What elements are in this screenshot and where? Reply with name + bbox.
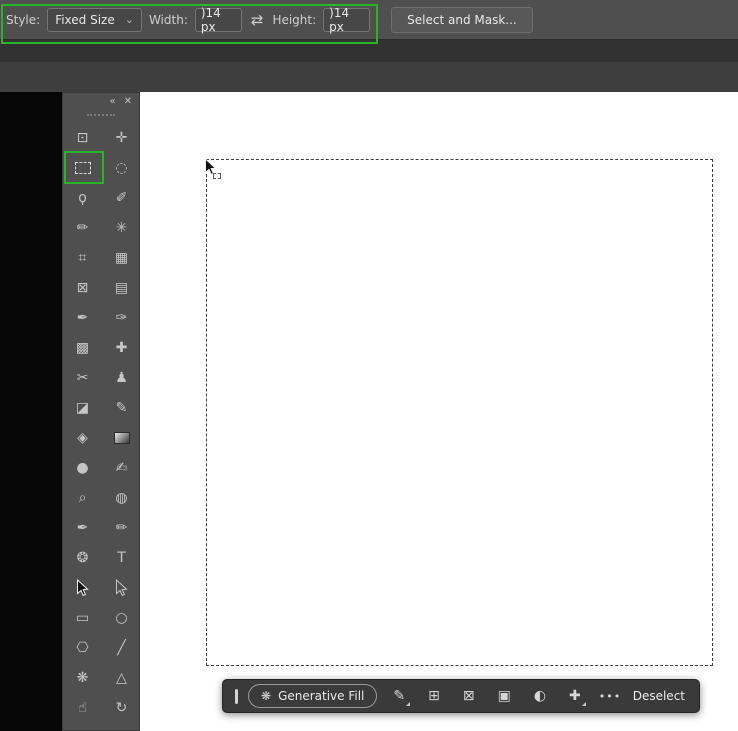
select-and-mask-button[interactable]: Select and Mask... <box>391 7 533 33</box>
brush-icon[interactable]: ✎ <box>393 689 405 703</box>
marquee-glyph <box>75 162 91 174</box>
eyedropper-tool[interactable]: ✒ <box>63 303 102 333</box>
direct-selection-tool[interactable] <box>102 573 141 603</box>
triangle-tool[interactable]: △ <box>102 663 141 693</box>
ellipse-tool[interactable]: ○ <box>102 603 141 633</box>
blur-tool[interactable]: ● <box>63 453 102 483</box>
canvas[interactable]: ❋ Generative Fill ✎ ⊞ ⊠ ▣ ◐ ✚ ••• Desele… <box>140 92 738 731</box>
pen-tool[interactable]: ✒ <box>63 513 102 543</box>
dodge-tool[interactable]: ⌕ <box>63 483 102 513</box>
quick-selection-tool[interactable]: ✐ <box>102 183 141 213</box>
close-panel-icon[interactable]: ✕ <box>124 97 132 107</box>
clone-stamp-tool[interactable]: ♟ <box>102 363 141 393</box>
tools-grid: ⊡✛◌ϙ✐✏✳⌗▦⊠▤✒✑▩✚✂♟◪✎◈●✍⌕◍✒✏❂T▭○⎔╱❋△☝↻ <box>63 123 141 723</box>
path-selection-tool[interactable] <box>63 573 102 603</box>
custom-shape-tool[interactable]: ❋ <box>63 663 102 693</box>
photoshop-window: Style: Fixed Size ⌄ Width: )14 px ⇄ Heig… <box>0 0 738 731</box>
marquee-cursor-badge <box>213 173 221 179</box>
swap-dimensions-icon[interactable]: ⇄ <box>249 11 266 29</box>
hand-tool[interactable]: ☝ <box>63 693 102 723</box>
content-aware-move-tool[interactable]: ✂ <box>63 363 102 393</box>
healing-brush-tool[interactable]: ✚ <box>102 333 141 363</box>
object-selection-tool[interactable]: ✏ <box>63 213 102 243</box>
collapse-panel-icon[interactable]: « <box>109 97 115 107</box>
width-input[interactable]: )14 px <box>195 8 242 32</box>
style-dropdown[interactable]: Fixed Size ⌄ <box>47 8 142 32</box>
smudge-tool[interactable]: ✍ <box>102 453 141 483</box>
polygon-tool[interactable]: ⎔ <box>63 633 102 663</box>
generative-fill-label: Generative Fill <box>278 689 364 703</box>
deselect-button[interactable]: Deselect <box>633 689 687 703</box>
magic-wand-tool[interactable]: ✳ <box>102 213 141 243</box>
style-label: Style: <box>6 13 40 27</box>
gradient-glyph <box>114 432 130 444</box>
gradient-tool[interactable] <box>102 423 141 453</box>
workspace: « ✕ ⊡✛◌ϙ✐✏✳⌗▦⊠▤✒✑▩✚✂♟◪✎◈●✍⌕◍✒✏❂T▭○⎔╱❋△☝↻… <box>0 92 738 731</box>
height-label: Height: <box>272 13 316 27</box>
workspace-background <box>0 92 62 731</box>
line-tool[interactable]: ╱ <box>102 633 141 663</box>
contextual-taskbar: ❋ Generative Fill ✎ ⊞ ⊠ ▣ ◐ ✚ ••• Desele… <box>222 679 700 713</box>
rectangular-marquee-tool[interactable] <box>63 153 102 183</box>
tool-panel: « ✕ ⊡✛◌ϙ✐✏✳⌗▦⊠▤✒✑▩✚✂♟◪✎◈●✍⌕◍✒✏❂T▭○⎔╱❋△☝↻ <box>62 92 140 731</box>
paint-bucket-tool[interactable]: ◈ <box>63 423 102 453</box>
sponge-tool[interactable]: ◍ <box>102 483 141 513</box>
type-tool[interactable]: T <box>102 543 141 573</box>
pattern-stamp-tool[interactable]: ▩ <box>63 333 102 363</box>
document-tab-strip <box>0 40 738 92</box>
taskbar-drag-handle[interactable] <box>235 689 238 704</box>
style-value: Fixed Size <box>55 13 115 27</box>
crop-tool[interactable]: ⌗ <box>63 243 102 273</box>
generative-fill-button[interactable]: ❋ Generative Fill <box>248 684 377 708</box>
options-bar: Style: Fixed Size ⌄ Width: )14 px ⇄ Heig… <box>0 0 738 40</box>
perspective-crop-tool[interactable]: ▦ <box>102 243 141 273</box>
color-sampler-tool[interactable]: ✑ <box>102 303 141 333</box>
generative-fill-icon: ❋ <box>261 689 271 703</box>
move-tool[interactable]: ✛ <box>102 123 141 153</box>
eraser-tool[interactable]: ◪ <box>63 393 102 423</box>
adjustment-icon[interactable]: ◐ <box>534 689 546 703</box>
height-input[interactable]: )14 px <box>323 8 370 32</box>
transform-icon[interactable]: ⊞ <box>428 689 440 703</box>
scale-icon[interactable]: ⊠ <box>463 689 475 703</box>
mixer-brush-tool[interactable]: ❂ <box>63 543 102 573</box>
frame-tool[interactable]: ⊡ <box>63 123 102 153</box>
panel-grip-handle[interactable] <box>87 114 115 116</box>
chevron-down-icon: ⌄ <box>125 14 134 25</box>
rotate-view-tool[interactable]: ↻ <box>102 693 141 723</box>
more-options-button[interactable]: ••• <box>599 690 621 703</box>
ruler-tool[interactable]: ▤ <box>102 273 141 303</box>
rectangle-tool[interactable]: ▭ <box>63 603 102 633</box>
heal-icon[interactable]: ✚ <box>569 689 581 703</box>
fill-icon[interactable]: ▣ <box>498 689 511 703</box>
slice-tool[interactable]: ⊠ <box>63 273 102 303</box>
taskbar-icon-group: ✎ ⊞ ⊠ ▣ ◐ ✚ <box>393 689 580 703</box>
selection-marquee[interactable] <box>206 159 713 666</box>
lasso-tool[interactable]: ϙ <box>63 183 102 213</box>
brush-tool[interactable]: ✎ <box>102 393 141 423</box>
elliptical-marquee-tool[interactable]: ◌ <box>102 153 141 183</box>
tool-panel-header: « ✕ <box>63 93 139 109</box>
freeform-pen-tool[interactable]: ✏ <box>102 513 141 543</box>
width-label: Width: <box>149 13 188 27</box>
